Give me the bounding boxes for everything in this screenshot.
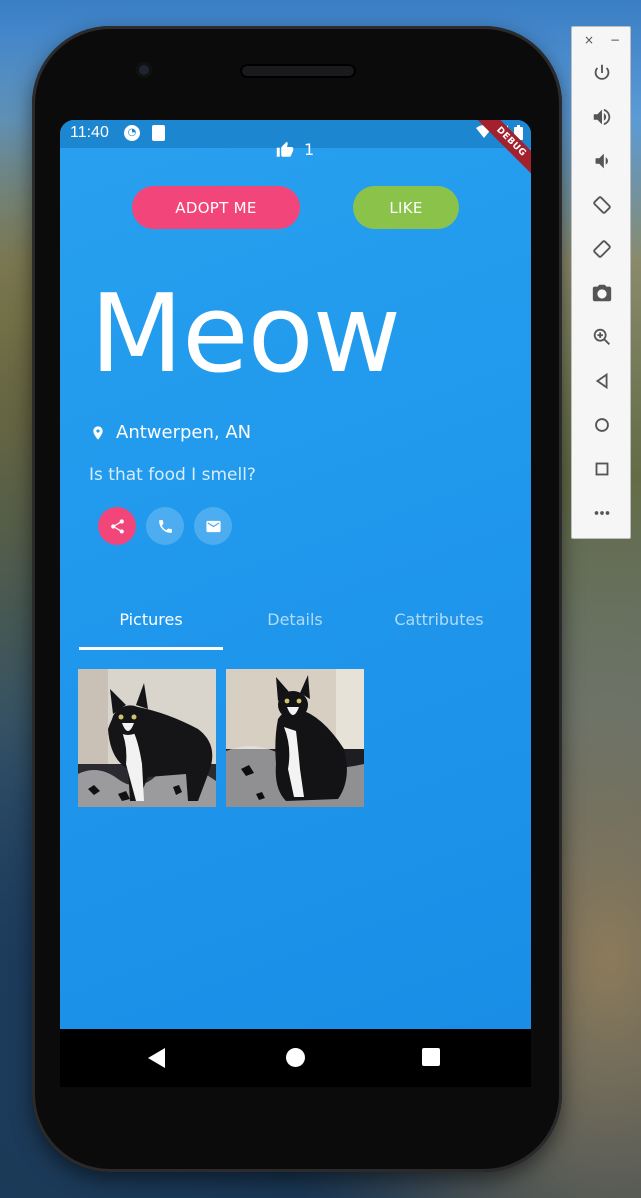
tab-details[interactable]: Details [223,596,367,646]
emulator-rotate-right-button[interactable] [586,233,618,265]
tab-pictures[interactable]: Pictures [79,596,223,646]
emulator-volume-up-button[interactable] [586,101,618,133]
emulator-home-button[interactable] [586,409,618,441]
share-button[interactable] [98,507,136,545]
tab-cattributes[interactable]: Cattributes [367,596,511,646]
cat-photo-1[interactable] [78,669,216,807]
sd-card-icon [152,125,165,141]
emulator-overview-button[interactable] [586,453,618,485]
cat-photo-2[interactable] [226,669,364,807]
phone-icon [158,519,172,533]
cat-photo-image [78,669,216,807]
app-screen: 11:40 ◔ DEBUG 1 ADOPT ME LIKE Meow Antwe… [60,120,531,1029]
emulator-zoom-button[interactable] [586,321,618,353]
location-pin-icon [93,425,103,440]
like-button[interactable]: LIKE [353,186,459,229]
emulator-back-button[interactable] [586,365,618,397]
location-text: Antwerpen, AN [116,422,252,443]
emulator-power-button[interactable] [586,57,618,89]
nav-home-icon[interactable] [286,1048,305,1067]
notification-icon: ◔ [124,125,140,141]
emulator-minimize-button[interactable]: − [610,33,620,47]
adopt-me-button[interactable]: ADOPT ME [132,186,300,229]
like-counter: 1 [276,140,314,159]
pet-name: Meow [90,272,401,397]
call-button[interactable] [146,507,184,545]
emulator-screenshot-button[interactable] [586,277,618,309]
like-count: 1 [304,140,315,159]
status-time: 11:40 [70,124,109,141]
overview-icon [595,462,609,476]
camera-icon [592,284,612,302]
more-icon [594,511,610,515]
earpiece-speaker [240,64,356,78]
back-icon [595,372,608,390]
tab-indicator [79,647,223,650]
emulator-volume-down-button[interactable] [586,145,618,177]
pet-tagline: Is that food I smell? [89,465,256,485]
home-icon [595,418,609,432]
volume-up-icon [593,108,611,126]
zoom-icon [593,328,610,345]
volume-down-icon [595,153,608,169]
power-icon [594,64,610,80]
email-button[interactable] [194,507,232,545]
rotate-right-icon [593,240,611,258]
location: Antwerpen, AN [90,422,251,443]
rotate-left-icon [593,196,611,214]
share-icon [110,518,124,534]
emulator-toolbar: × − [571,26,631,539]
android-nav-bar [60,1029,531,1087]
front-camera [136,62,152,78]
emulator-more-button[interactable] [586,497,618,529]
thumb-up-icon [276,141,294,157]
nav-back-icon[interactable] [148,1048,165,1068]
tab-bar: Pictures Details Cattributes [79,596,511,650]
emulator-rotate-left-button[interactable] [586,189,618,221]
cat-photo-image [226,669,364,807]
nav-overview-icon[interactable] [422,1048,440,1066]
emulator-close-button[interactable]: × [584,33,594,47]
mail-icon [205,520,221,532]
